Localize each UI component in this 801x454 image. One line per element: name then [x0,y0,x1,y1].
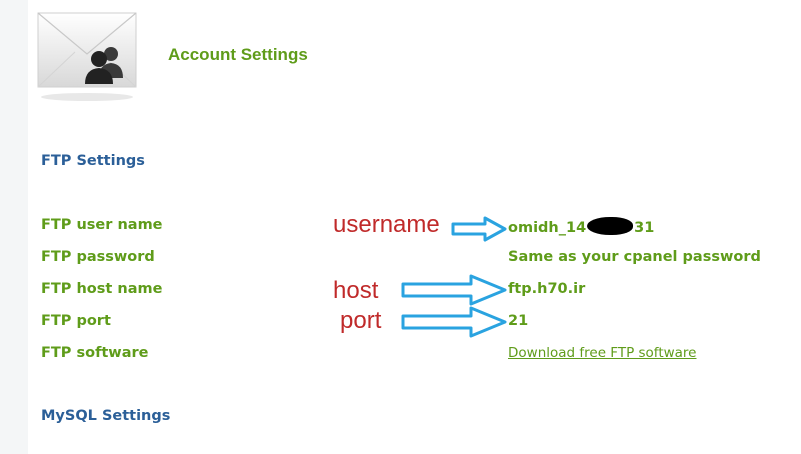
download-ftp-software-link[interactable]: Download free FTP software [508,345,697,361]
ftp-user-name-label: FTP user name [41,217,163,233]
left-margin-strip [0,0,28,454]
ftp-user-name-value: omidh_14 31 [508,217,654,236]
ftp-settings-heading: FTP Settings [41,153,145,169]
ftp-port-value: 21 [508,313,529,329]
ftp-port-label: FTP port [41,313,111,329]
right-arrow-icon [401,274,507,306]
right-arrow-icon [401,306,507,338]
host-annotation: host [333,277,379,304]
right-arrow-icon [451,216,507,242]
mysql-settings-heading: MySQL Settings [41,408,171,424]
ftp-host-name-value: ftp.h70.ir [508,281,586,297]
page-title: Account Settings [168,45,308,64]
user-name-prefix: omidh_14 [508,220,587,236]
ftp-password-label: FTP password [41,249,155,265]
port-annotation: port [340,307,382,334]
user-name-suffix: 31 [634,220,655,236]
ftp-software-label: FTP software [41,345,149,361]
ftp-host-name-label: FTP host name [41,281,163,297]
ftp-password-value: Same as your cpanel password [508,249,761,265]
redaction-mark [587,217,634,235]
account-users-icon [37,12,137,102]
username-annotation: username [333,211,440,238]
